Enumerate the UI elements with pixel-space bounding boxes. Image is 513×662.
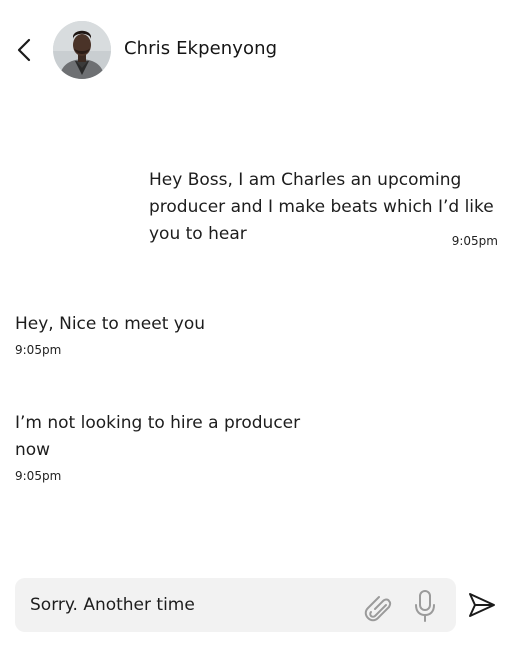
avatar-photo [53,21,111,79]
incoming-message: Hey, Nice to meet you [15,314,206,334]
microphone-icon[interactable] [413,589,437,623]
message-timestamp: 9:05pm [15,469,62,483]
message-input[interactable] [30,578,360,632]
chat-header: Chris Ekpenyong [0,0,513,100]
message-timestamp: 9:05pm [15,343,62,357]
outgoing-message: Hey Boss, I am Charles an upcoming produ… [149,170,494,244]
incoming-message: I’m not looking to hire a producer now [15,413,301,460]
chevron-left-icon[interactable] [13,37,37,63]
send-icon[interactable] [466,589,498,621]
avatar[interactable] [53,21,111,79]
paperclip-icon[interactable] [362,590,394,622]
message-timestamp: 9:05pm [451,234,498,248]
message-composer [15,578,456,632]
contact-name: Chris Ekpenyong [124,38,278,59]
